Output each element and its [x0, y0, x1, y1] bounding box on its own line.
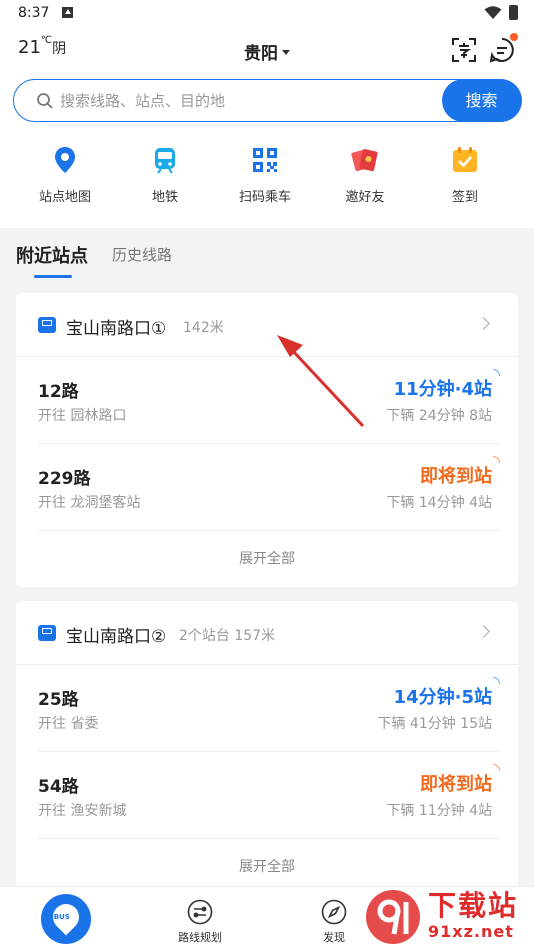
tab-history-routes[interactable]: 历史线路 — [112, 244, 172, 265]
subway-train-icon — [150, 145, 180, 175]
temperature-value: 21 — [18, 37, 41, 58]
quick-action-invite-friends[interactable]: 邀好友 — [315, 145, 415, 205]
quick-action-station-map[interactable]: 站点地图 — [15, 145, 115, 205]
nav-bus-button[interactable]: BUS — [41, 894, 91, 944]
station-tabs: 附近站点 历史线路 — [0, 228, 534, 280]
realtime-signal-icon — [493, 369, 500, 376]
status-time: 8:37 — [18, 5, 50, 21]
city-selector[interactable]: 贵阳 — [244, 39, 290, 64]
route-eta: 即将到站 — [420, 466, 492, 487]
quick-actions: 站点地图 地铁 扫码乘车 邀好友 签到 — [0, 145, 534, 207]
route-direction: 开往 园林路口 — [38, 408, 127, 424]
battery-icon — [509, 5, 518, 20]
route-name: 25路 — [38, 690, 79, 710]
quick-action-label: 签到 — [451, 190, 478, 205]
quick-action-label: 站点地图 — [38, 190, 91, 205]
quick-action-label: 扫码乘车 — [238, 190, 291, 205]
realtime-signal-icon — [493, 677, 500, 684]
realtime-signal-icon — [493, 764, 500, 771]
location-pin-icon — [50, 145, 80, 175]
stop-distance: 142米 — [183, 320, 224, 336]
chevron-right-icon — [477, 317, 490, 330]
quick-action-scan-ride[interactable]: 扫码乘车 — [215, 145, 315, 205]
route-next-bus: 下辆 24分钟 8站 — [386, 408, 492, 424]
temperature-unit: ℃ — [40, 35, 53, 46]
bus-pin-icon: BUS — [47, 898, 85, 936]
compass-icon — [321, 899, 347, 925]
route-row[interactable]: 12路 开往 园林路口 11分钟·4站 下辆 24分钟 8站 — [38, 357, 500, 444]
realtime-signal-icon — [493, 456, 500, 463]
watermark-title: 下载站 — [428, 889, 519, 922]
watermark-url: 91xz.net — [428, 922, 514, 941]
route-eta: 14分钟·5站 — [393, 687, 492, 708]
quick-action-label: 邀好友 — [345, 190, 385, 205]
expand-all-button[interactable]: 展开全部 — [16, 531, 518, 587]
unread-dot — [510, 33, 518, 41]
bus-stop-icon — [38, 317, 56, 333]
quick-action-check-in[interactable]: 签到 — [415, 145, 515, 205]
stop-card: 宝山南路口② 2个站台 157米 25路 开往 省委 14分钟·5站 下辆 41… — [16, 601, 518, 895]
route-eta: 即将到站 — [420, 774, 492, 795]
stop-name: 宝山南路口① — [66, 319, 167, 339]
route-name: 229路 — [38, 469, 91, 489]
stop-header[interactable]: 宝山南路口② 2个站台 157米 — [16, 601, 518, 665]
route-name: 54路 — [38, 777, 79, 797]
status-bar: 8:37 — [0, 0, 534, 28]
route-row[interactable]: 229路 开往 龙洞堡客站 即将到站 下辆 14分钟 4站 — [38, 444, 500, 531]
bus-stop-icon — [38, 625, 56, 641]
route-name: 12路 — [38, 382, 79, 402]
caret-down-icon — [282, 49, 290, 55]
qr-code-icon — [250, 145, 280, 175]
chevron-right-icon — [477, 625, 490, 638]
route-plan-icon — [187, 899, 213, 925]
watermark-logo-icon — [366, 890, 420, 944]
route-next-bus: 下辆 11分钟 4站 — [386, 803, 492, 819]
stop-name: 宝山南路口② — [66, 627, 167, 647]
search-bar: 搜索 — [13, 78, 522, 122]
route-direction: 开往 龙洞堡客站 — [38, 495, 141, 511]
route-direction: 开往 省委 — [38, 716, 99, 732]
red-envelope-icon — [350, 145, 380, 175]
route-row[interactable]: 54路 开往 渔安新城 即将到站 下辆 11分钟 4站 — [38, 752, 500, 839]
message-icon[interactable] — [488, 33, 518, 64]
route-next-bus: 下辆 14分钟 4站 — [386, 495, 492, 511]
weather-widget[interactable]: 21℃阴 — [18, 35, 67, 58]
nav-label: 路线规划 — [178, 931, 222, 944]
scan-text-icon[interactable] — [450, 36, 478, 64]
route-next-bus: 下辆 41分钟 15站 — [377, 716, 492, 732]
calendar-check-icon — [450, 145, 480, 175]
stop-header[interactable]: 宝山南路口① 142米 — [16, 293, 518, 357]
route-row[interactable]: 25路 开往 省委 14分钟·5站 下辆 41分钟 15站 — [38, 665, 500, 752]
search-button[interactable]: 搜索 — [441, 78, 522, 122]
quick-action-label: 地铁 — [151, 190, 178, 205]
quick-action-subway[interactable]: 地铁 — [115, 145, 215, 205]
app-header: 21℃阴 贵阳 — [0, 32, 534, 70]
stop-distance: 2个站台 157米 — [179, 628, 276, 644]
notification-icon — [62, 7, 73, 18]
stop-card: 宝山南路口① 142米 12路 开往 园林路口 11分钟·4站 下辆 24分钟 … — [16, 293, 518, 587]
city-name: 贵阳 — [244, 44, 278, 64]
wifi-icon — [484, 6, 502, 19]
weather-condition: 阴 — [52, 41, 67, 57]
tab-nearby-stops[interactable]: 附近站点 — [16, 242, 88, 278]
nav-route-plan[interactable]: 路线规划 — [150, 895, 250, 945]
route-eta: 11分钟·4站 — [393, 379, 492, 400]
route-direction: 开往 渔安新城 — [38, 803, 127, 819]
search-icon — [37, 93, 53, 109]
watermark: 下载站 91xz.net — [362, 884, 534, 950]
search-input[interactable] — [60, 90, 420, 112]
